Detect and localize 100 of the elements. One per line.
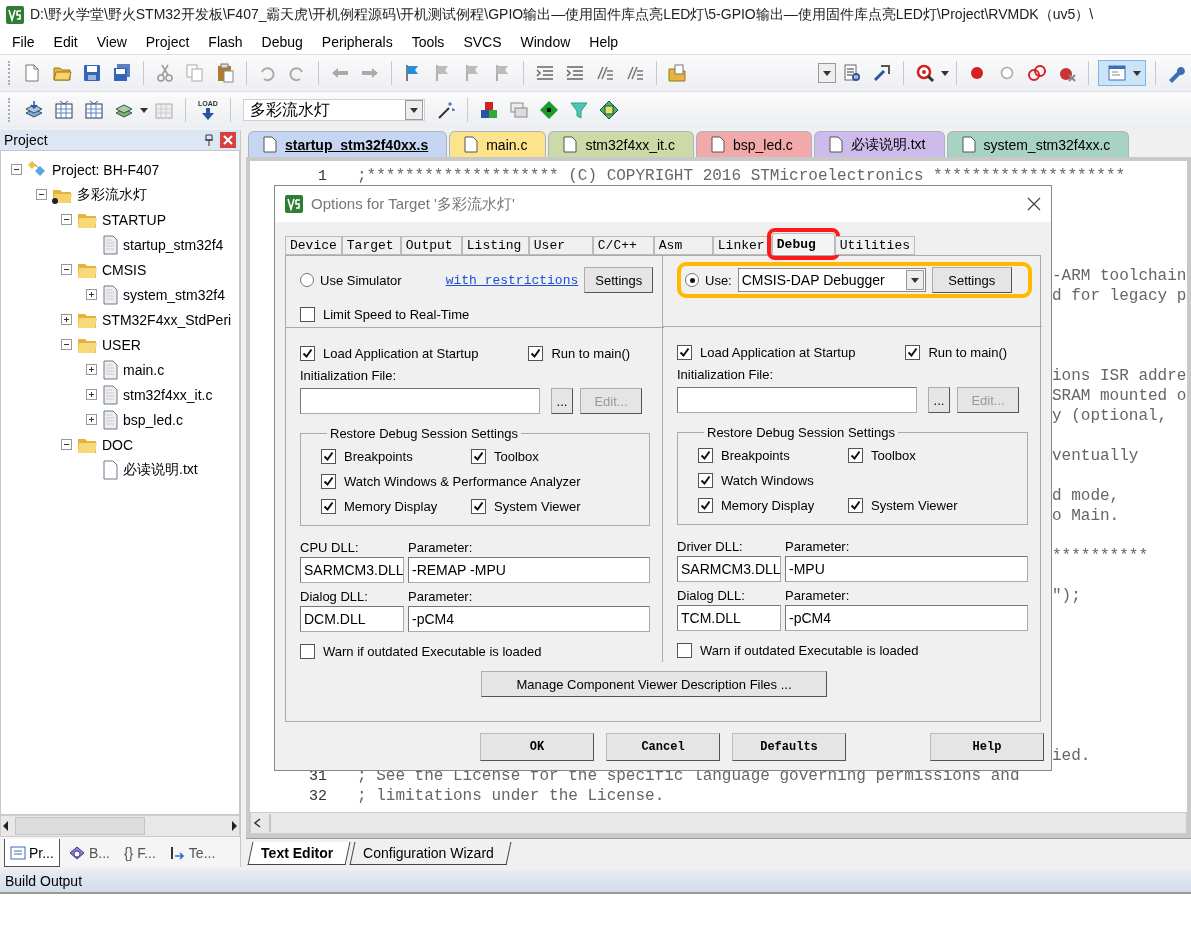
line-number: 32 <box>308 787 327 805</box>
manage-files-button[interactable]: Manage Component Viewer Description Files ... <box>481 671 827 697</box>
settings-button[interactable]: Settings <box>584 267 654 293</box>
tree-item[interactable]: stm32f4xx_it.c <box>123 386 213 403</box>
tree-item[interactable]: system_stm32f4 <box>123 286 225 303</box>
panel-title: Project <box>4 132 48 148</box>
panel-tab[interactable]: B... <box>61 839 116 867</box>
checkbox-label: Toolbox <box>494 448 539 464</box>
tree-item[interactable]: STM32F4xx_StdPeri <box>102 311 232 328</box>
dll-field[interactable]: DCM.DLL <box>300 606 404 632</box>
file-tab[interactable]: 必读说明.txt <box>813 131 945 157</box>
group-title: Restore Debug Session Settings <box>706 425 896 440</box>
dialog-button[interactable]: OK <box>480 733 594 761</box>
panel-tab[interactable]: {} F... <box>117 839 162 867</box>
checkbox-label: System Viewer <box>871 497 958 513</box>
panel-tab[interactable]: Pr... <box>4 839 60 867</box>
dialog-title: Options for Target '多彩流水灯' <box>311 194 516 214</box>
code-line: d for legacy p <box>1052 287 1187 305</box>
checkbox-label: System Viewer <box>494 498 581 514</box>
tree-item[interactable]: 多彩流水灯 <box>77 185 147 204</box>
code-line: ventually <box>1052 447 1139 465</box>
code-line: ied. <box>1052 747 1091 765</box>
menu-item[interactable]: Flash <box>198 32 252 52</box>
menu-item[interactable]: Peripherals <box>311 32 402 52</box>
file-tab[interactable]: main.c <box>449 131 547 157</box>
field-label: CPU DLL: <box>300 540 360 555</box>
dialog-tab[interactable]: Asm <box>653 236 713 255</box>
menu-item[interactable]: Help <box>579 32 628 52</box>
checkbox-label: Breakpoints <box>344 448 413 464</box>
checkbox-label: Watch Windows & Performance Analyzer <box>344 473 581 489</box>
parameter-field[interactable]: -pCM4 <box>785 605 1028 631</box>
dialog-tab[interactable]: Listing <box>461 236 529 255</box>
dialog-tab[interactable]: Output <box>400 236 462 255</box>
tree-item[interactable]: DOC <box>102 436 134 453</box>
menu-item[interactable]: Edit <box>43 32 87 52</box>
code-line: "); <box>1052 587 1081 605</box>
dialog-button[interactable]: Defaults <box>732 733 846 761</box>
menu-item[interactable]: SVCS <box>453 32 511 52</box>
parameter-field[interactable]: -REMAP -MPU <box>408 557 650 583</box>
parameter-field[interactable]: -MPU <box>785 556 1028 582</box>
settings-button[interactable]: Settings <box>931 267 1012 293</box>
field-label: Dialog DLL: <box>677 588 746 603</box>
dialog-tab[interactable]: Utilities <box>834 236 916 255</box>
window-title: D:\野火学堂\野火STM32开发板\F407_霸天虎\开机例程源码\开机测试例程\GPIO输出—使用固件库点亮LED灯\5-GPIO输出—使用固件库点亮LED灯\Project\RVMDK（uv5）\ <box>30 6 1094 24</box>
panel-tab[interactable]: Te... <box>163 839 222 867</box>
file-tab[interactable]: bsp_led.c <box>695 131 812 157</box>
tree-item[interactable]: main.c <box>123 361 165 378</box>
menu-item[interactable]: Tools <box>401 32 454 52</box>
browse-button[interactable]: ... <box>551 388 573 414</box>
debugger-select[interactable]: CMSIS-DAP Debugger <box>737 268 926 292</box>
checkbox-label: Run to main() <box>928 344 1008 360</box>
panel-title: Build Output <box>5 873 83 889</box>
radio-label: Use Simulator <box>320 272 402 288</box>
parameter-field[interactable]: -pCM4 <box>408 606 650 632</box>
checkbox-label: Breakpoints <box>721 447 790 463</box>
field-label: Dialog DLL: <box>300 589 369 604</box>
line-number: 1 <box>317 167 327 185</box>
view-tab[interactable]: Configuration Wizard <box>349 841 512 865</box>
dialog-tab[interactable]: User <box>528 236 593 255</box>
field-label: Initialization File: <box>300 367 397 383</box>
tree-item[interactable]: 必读说明.txt <box>123 460 198 479</box>
menu-item[interactable]: Project <box>135 32 199 52</box>
menu-item[interactable]: Debug <box>251 32 312 52</box>
dialog-button[interactable]: Help <box>930 733 1044 761</box>
browse-button[interactable]: ... <box>928 387 950 413</box>
tree-item[interactable]: bsp_led.c <box>123 411 183 428</box>
checkbox-label: Limit Speed to Real-Time <box>323 306 470 322</box>
tree-item[interactable]: STARTUP <box>102 211 167 228</box>
dll-field[interactable]: SARMCM3.DLL <box>677 556 781 582</box>
tree-item[interactable]: USER <box>102 336 141 353</box>
dialog-tab[interactable]: Device <box>285 236 342 255</box>
code-line: ; limitations under the License. <box>357 787 665 805</box>
code-line: d mode, <box>1052 487 1120 505</box>
menu-item[interactable]: View <box>86 32 136 52</box>
dialog-button[interactable]: Cancel <box>606 733 720 761</box>
tree-item[interactable]: CMSIS <box>102 261 147 278</box>
field-label: Parameter: <box>408 589 474 604</box>
use-label: Use: <box>705 272 732 288</box>
target-select[interactable]: 多彩流水灯 <box>242 99 425 121</box>
dialog-tab[interactable]: C/C++ <box>592 236 654 255</box>
view-tab[interactable]: Text Editor <box>247 841 351 865</box>
checkbox-label: Watch Windows <box>721 472 814 488</box>
tree-item[interactable]: Project: BH-F407 <box>52 161 160 178</box>
file-tab[interactable]: startup_stm32f40xx.s <box>248 131 448 157</box>
field-label: Initialization File: <box>677 366 774 382</box>
checkbox-label: Warn if outdated Executable is loaded <box>700 642 919 658</box>
dll-field[interactable]: SARMCM3.DLL <box>300 557 404 583</box>
menu-item[interactable]: Window <box>510 32 580 52</box>
code-line: o Main. <box>1052 507 1120 525</box>
dll-field[interactable]: TCM.DLL <box>677 605 781 631</box>
checkbox-label: Run to main() <box>551 345 631 361</box>
menu-item[interactable]: File <box>2 32 44 52</box>
file-tab[interactable]: stm32f4xx_it.c <box>548 131 694 157</box>
group-title: Restore Debug Session Settings <box>329 426 519 441</box>
code-line: ********** <box>1052 547 1148 565</box>
tree-item[interactable]: startup_stm32f4 <box>123 236 224 253</box>
checkbox-label: Load Application at Startup <box>700 344 856 360</box>
dialog-tab[interactable]: Target <box>341 236 401 255</box>
file-tab[interactable]: system_stm32f4xx.c <box>946 131 1130 157</box>
restrictions-link[interactable]: with restrictions <box>445 272 579 288</box>
